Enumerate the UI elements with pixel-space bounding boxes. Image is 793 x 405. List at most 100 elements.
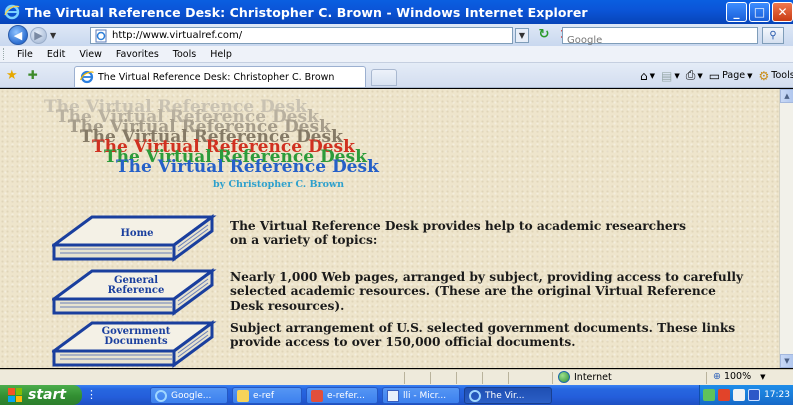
start-button[interactable]: start [0,385,82,405]
logo-layer-blue: The Virtual Reference Desk [116,157,379,177]
home-button[interactable]: ⌂ ▼ [640,69,655,83]
globe-icon [558,371,570,383]
government-documents-book-button[interactable]: Government Documents [49,313,232,368]
system-tray: 17:23 [699,385,793,405]
window-controls: _ □ ✕ [726,2,793,22]
menu-edit[interactable]: Edit [40,49,72,60]
general-reference-book-button[interactable]: General Reference [49,261,232,321]
home-description: The Virtual Reference Desk provides help… [230,219,686,248]
tray-security-icon[interactable] [718,389,730,401]
minimize-button[interactable]: _ [726,2,747,22]
status-divider [404,372,405,384]
tab-bar: ★ ✚ The Virtual Reference Desk: Christop… [0,63,793,88]
status-divider [706,372,707,384]
window-title: The Virtual Reference Desk: Christopher … [25,4,588,20]
menu-favorites[interactable]: Favorites [109,49,166,60]
security-zone[interactable]: Internet [558,371,612,383]
internet-explorer-icon [4,4,20,20]
menu-file[interactable]: File [10,49,40,60]
page-icon: ▭ [708,68,721,83]
status-divider [508,372,509,384]
taskbar-button-label: e-ref [253,390,274,401]
forward-button[interactable]: ▶ [30,26,47,44]
windows-logo-icon [8,388,22,402]
scroll-down-arrow-icon[interactable]: ▼ [780,354,793,368]
gear-icon: ⚙ [758,68,770,83]
general-reference-book-label: General Reference [100,276,172,296]
chevron-down-icon: ▼ [760,372,766,381]
internet-explorer-icon [80,70,94,84]
book-label-line: Reference [107,285,165,296]
taskbar-button-label: The Vir... [485,390,525,401]
start-label: start [28,387,67,403]
word-document-icon [387,389,399,402]
government-documents-book-label: Government Documents [96,327,176,347]
tab-label: The Virtual Reference Desk: Christopher … [98,71,335,83]
address-toolbar: ◀ ▶ ▼ ▼ ↻ ✕ ⚲ [0,24,793,46]
tab-virtual-reference-desk[interactable]: The Virtual Reference Desk: Christopher … [74,66,366,87]
page-menu-label: Page [722,70,746,81]
book-label-line: Documents [104,336,168,347]
print-button[interactable]: ⎙ ▼ [686,68,703,83]
site-byline: by Christopher C. Brown [213,179,344,190]
internet-explorer-icon [469,389,481,402]
address-field[interactable] [90,27,513,44]
home-book-label: Home [120,228,154,239]
address-input[interactable] [112,30,492,41]
taskbar-button-label: e-refer... [327,390,365,401]
status-divider [456,372,457,384]
recent-pages-dropdown-icon[interactable]: ▼ [50,31,56,40]
close-button[interactable]: ✕ [772,2,793,22]
favorites-star-icon[interactable]: ★ [6,68,18,83]
refresh-icon[interactable]: ↻ [535,27,553,44]
new-tab-button[interactable] [371,69,397,86]
feeds-button[interactable]: ▤ ▼ [661,69,680,83]
search-input[interactable] [563,35,748,46]
taskbar-button-eref-folder[interactable]: e-ref [232,387,302,404]
title-bar: The Virtual Reference Desk: Christopher … [0,0,793,24]
menu-tools[interactable]: Tools [166,49,203,60]
menu-help[interactable]: Help [203,49,239,60]
taskbar-button-word-document[interactable]: lli - Micr... [382,387,460,404]
tray-app-icon[interactable] [748,389,760,401]
general-reference-description: Nearly 1,000 Web pages, arranged by subj… [230,270,744,313]
status-divider [430,372,431,384]
taskbar-clock: 17:23 [764,390,790,400]
taskbar-button-label: lli - Micr... [403,390,447,401]
menu-bar: File Edit View Favorites Tools Help [0,46,793,63]
page-menu-button[interactable]: ▭ Page ▼ [709,69,753,83]
status-divider [552,372,553,384]
quick-launch: ⋮ [86,388,100,402]
back-button[interactable]: ◀ [8,25,28,45]
vertical-scrollbar[interactable]: ▲ ▼ [779,89,793,368]
pdf-document-icon [311,389,323,402]
zone-label: Internet [574,371,612,383]
printer-icon: ⎙ [685,68,696,82]
quick-launch-grip-icon: ⋮ [86,388,97,401]
search-button[interactable]: ⚲ [762,27,784,44]
home-book-button[interactable]: Home [49,207,232,267]
tools-menu-button[interactable]: ⚙Tools▼ [758,69,793,83]
government-documents-description: Subject arrangement of U.S. selected gov… [230,321,736,350]
taskbar-button-google[interactable]: Google... [150,387,228,404]
internet-explorer-icon [155,389,167,402]
home-icon: ⌂ [640,68,648,83]
feed-icon: ▤ [661,68,673,83]
add-favorite-icon[interactable]: ✚ [28,68,38,82]
tray-network-icon[interactable] [703,389,715,401]
taskbar-button-ereference[interactable]: e-refer... [306,387,378,404]
magnifier-icon: ⚲ [769,30,777,41]
scroll-up-arrow-icon[interactable]: ▲ [780,89,793,103]
menu-view[interactable]: View [72,49,109,60]
tools-menu-label: Tools [771,70,793,81]
search-field[interactable] [562,27,758,46]
zoom-control[interactable]: ⊕ 100% ▼ [713,371,766,382]
address-dropdown-icon[interactable]: ▼ [515,28,529,43]
page-content: The Virtual Reference Desk The Virtual R… [0,89,779,368]
zoom-label: 100% [723,371,752,382]
command-bar: ⌂▼ ▤▼ ⎙▼ ▭Page▼ ⚙Tools▼ [640,68,793,83]
tray-volume-icon[interactable] [733,389,745,401]
taskbar-button-label: Google... [171,390,212,401]
maximize-button[interactable]: □ [749,2,770,22]
taskbar-button-virtual-reference-desk[interactable]: The Vir... [464,387,552,404]
